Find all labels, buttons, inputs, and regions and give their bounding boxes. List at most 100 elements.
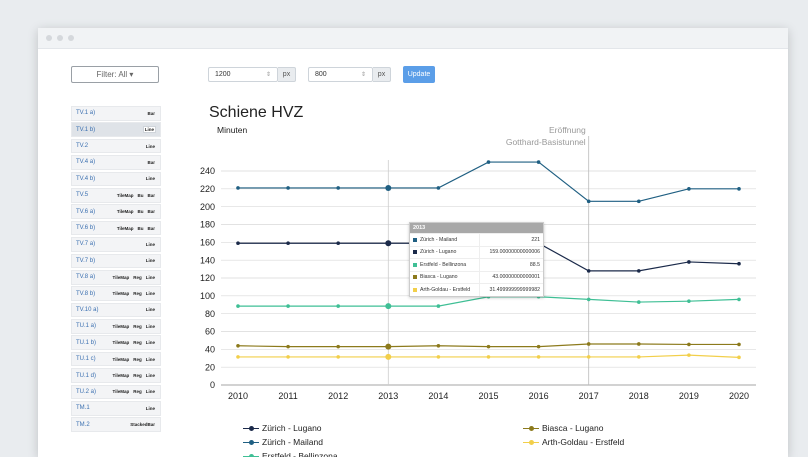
tooltip-swatch bbox=[413, 275, 417, 280]
data-point bbox=[286, 355, 290, 359]
data-point bbox=[486, 344, 491, 349]
data-point bbox=[236, 355, 240, 359]
tooltip-series-name: Zürich - Lugano bbox=[410, 246, 480, 258]
x-tick-label: 2018 bbox=[629, 391, 649, 401]
y-tick-label: 80 bbox=[205, 309, 215, 319]
tooltip-row: Zürich - Lugano 159.00000000000006 bbox=[410, 245, 543, 258]
tooltip-swatch bbox=[413, 287, 417, 292]
data-point bbox=[536, 344, 541, 349]
data-point bbox=[586, 355, 591, 359]
legend-label: Zürich - Lugano bbox=[262, 423, 322, 433]
data-point bbox=[737, 297, 741, 302]
data-point bbox=[586, 269, 591, 273]
tooltip-series-name: Biasca - Lugano bbox=[410, 271, 480, 283]
data-point bbox=[385, 184, 392, 191]
legend-item[interactable]: Biasca - Lugano bbox=[523, 423, 603, 433]
tooltip-value: 159.00000000000006 bbox=[489, 249, 541, 256]
data-point bbox=[687, 299, 691, 303]
data-point bbox=[385, 303, 392, 310]
data-point bbox=[687, 187, 691, 191]
legend-item[interactable]: Erstfeld - Bellinzona bbox=[243, 451, 338, 457]
data-point bbox=[687, 260, 691, 264]
tooltip-row: Erstfeld - Bellinzona 88.5 bbox=[410, 258, 543, 271]
x-tick-label: 2014 bbox=[428, 391, 448, 401]
tooltip-title: 2013 bbox=[410, 223, 543, 233]
y-tick-label: 180 bbox=[200, 220, 215, 230]
data-point bbox=[286, 241, 290, 246]
annotation-label-line2: Gotthard-Basistunnel bbox=[506, 137, 586, 147]
data-point bbox=[687, 353, 691, 357]
y-tick-label: 100 bbox=[200, 291, 215, 301]
x-tick-label: 2015 bbox=[478, 391, 498, 401]
tooltip-series-label: Zürich - Lugano bbox=[420, 249, 457, 256]
legend-item[interactable]: Zürich - Mailand bbox=[243, 437, 323, 447]
data-point bbox=[687, 342, 691, 347]
data-point bbox=[486, 355, 491, 359]
app-window: Filter: All ▾ TV.1 a) Bar TV.1 b) Line TV.2 L… bbox=[38, 28, 788, 457]
tooltip-value: 31.499999999999982 bbox=[489, 286, 541, 293]
data-point bbox=[486, 160, 491, 164]
y-tick-label: 220 bbox=[200, 184, 215, 194]
tooltip-value: 221 bbox=[531, 236, 540, 243]
x-tick-label: 2020 bbox=[729, 391, 749, 401]
y-tick-label: 40 bbox=[205, 345, 215, 355]
data-point bbox=[737, 355, 741, 360]
tooltip-swatch bbox=[413, 237, 417, 242]
data-point bbox=[637, 342, 641, 346]
data-point bbox=[236, 343, 240, 348]
tooltip-value: 88.5 bbox=[529, 261, 540, 268]
tooltip-row: Arth-Goldau - Erstfeld 31.499999999999982 bbox=[410, 283, 543, 296]
legend-marker-icon bbox=[243, 452, 259, 457]
data-point bbox=[436, 186, 441, 190]
y-tick-label: 160 bbox=[200, 238, 215, 248]
legend-item[interactable]: Arth-Goldau - Erstfeld bbox=[523, 437, 624, 447]
data-point bbox=[236, 186, 240, 190]
y-tick-label: 240 bbox=[200, 166, 215, 176]
legend-marker-icon bbox=[523, 424, 539, 432]
tooltip-series-name: Arth-Goldau - Erstfeld bbox=[410, 284, 480, 296]
tooltip-series-label: Zürich - Mailand bbox=[420, 236, 458, 243]
data-point bbox=[436, 343, 441, 348]
data-point bbox=[385, 343, 392, 350]
data-point bbox=[436, 304, 441, 308]
data-point bbox=[637, 269, 641, 273]
data-point bbox=[286, 186, 290, 190]
data-point bbox=[336, 186, 341, 190]
data-point bbox=[236, 304, 240, 308]
x-tick-label: 2019 bbox=[679, 391, 699, 401]
data-point bbox=[286, 304, 290, 308]
y-tick-label: 120 bbox=[200, 273, 215, 283]
data-point bbox=[637, 300, 641, 304]
x-tick-label: 2017 bbox=[579, 391, 599, 401]
x-tick-label: 2013 bbox=[378, 391, 398, 401]
data-point bbox=[737, 187, 741, 191]
y-tick-label: 60 bbox=[205, 327, 215, 337]
legend-item[interactable]: Zürich - Lugano bbox=[243, 423, 322, 433]
data-point bbox=[385, 240, 392, 247]
data-point bbox=[286, 344, 290, 349]
tooltip-swatch bbox=[413, 250, 417, 255]
data-point bbox=[336, 355, 341, 359]
y-tick-label: 20 bbox=[205, 362, 215, 372]
tooltip-row: Biasca - Lugano 43.00000000000001 bbox=[410, 270, 543, 283]
legend-marker-icon bbox=[243, 438, 259, 446]
data-point bbox=[637, 199, 641, 204]
y-tick-label: 200 bbox=[200, 202, 215, 212]
data-point bbox=[737, 342, 741, 347]
data-point bbox=[586, 297, 591, 302]
chart-tooltip: 2013 Zürich - Mailand 221 Zürich - Lugano 1… bbox=[409, 222, 544, 297]
series-line bbox=[238, 161, 739, 202]
data-point bbox=[336, 241, 341, 246]
data-point bbox=[586, 199, 591, 204]
data-point bbox=[536, 355, 541, 359]
data-point bbox=[637, 355, 641, 359]
data-point bbox=[586, 342, 591, 346]
data-point bbox=[436, 355, 441, 359]
tooltip-swatch bbox=[413, 262, 417, 267]
legend-label: Erstfeld - Bellinzona bbox=[262, 451, 338, 457]
legend-marker-icon bbox=[523, 438, 539, 446]
legend-marker-icon bbox=[243, 424, 259, 432]
data-point bbox=[737, 261, 741, 266]
y-tick-label: 0 bbox=[210, 380, 215, 390]
y-tick-label: 140 bbox=[200, 255, 215, 265]
